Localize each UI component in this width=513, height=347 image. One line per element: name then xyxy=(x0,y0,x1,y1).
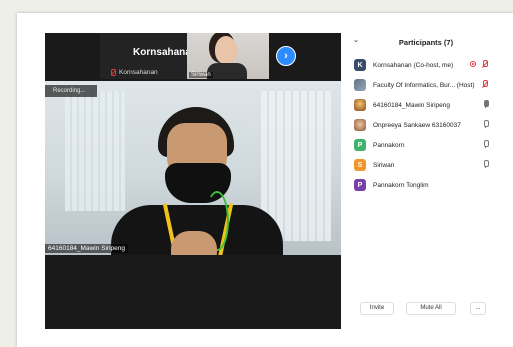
speaker-name-label: 64160184_Mawin Siripeng xyxy=(45,244,128,253)
avatar: S xyxy=(354,159,366,171)
thumbnail-small-name: Kornsahanan xyxy=(110,69,158,76)
participant-row[interactable]: P Pannakorn xyxy=(346,135,496,155)
mic-muted-icon xyxy=(110,69,116,76)
mic-icon[interactable] xyxy=(483,140,489,148)
background-blind xyxy=(65,91,125,211)
participant-row[interactable]: P Pannakorn Tonglim xyxy=(346,175,496,195)
avatar xyxy=(354,99,366,111)
participant-name: Onpreeya Sankaew 63160037 xyxy=(373,121,461,129)
mute-all-button[interactable]: Mute All xyxy=(406,301,456,315)
participant-status xyxy=(470,60,488,68)
participant-status xyxy=(481,80,488,88)
thumbnail-camera-label: Siriwan xyxy=(189,72,213,78)
more-options-button[interactable]: ... xyxy=(470,301,486,315)
thumbnail-tile-camera[interactable]: Siriwan xyxy=(187,33,269,79)
video-on-icon xyxy=(470,61,476,67)
recording-indicator[interactable]: Recording... xyxy=(45,85,97,97)
avatar: P xyxy=(354,139,366,151)
participants-title: Participants (7) xyxy=(398,37,454,47)
thumbnail-person-body xyxy=(207,63,247,79)
participant-row[interactable]: Onpreeya Sankaew 63160037 xyxy=(346,115,496,135)
participant-name: Faculty Of Informatics, Bur... (Host) xyxy=(373,81,475,89)
thumbnail-small-name-text: Kornsahanan xyxy=(119,69,158,76)
thumbnail-person-head xyxy=(215,36,237,64)
speaker-hand xyxy=(171,231,217,255)
participant-status xyxy=(483,120,489,128)
participant-status xyxy=(483,160,489,168)
participant-row[interactable]: Faculty Of Informatics, Bur... (Host) xyxy=(346,75,496,95)
mic-muted-icon[interactable] xyxy=(481,80,488,88)
participant-row[interactable]: S Siriwan xyxy=(346,155,496,175)
invite-button[interactable]: Invite xyxy=(360,301,394,315)
participant-status xyxy=(483,140,489,148)
participant-name: Kornsahanan (Co-host, me) xyxy=(373,61,454,69)
main-speaker-video xyxy=(45,81,341,255)
avatar: P xyxy=(354,179,366,191)
participant-row[interactable]: K Kornsahanan (Co-host, me) xyxy=(346,55,496,75)
mic-muted-icon[interactable] xyxy=(481,60,488,68)
participants-list: K Kornsahanan (Co-host, me) Faculty Of I… xyxy=(346,55,496,195)
participants-footer: Invite Mute All ... xyxy=(346,301,496,315)
avatar xyxy=(354,119,366,131)
avatar: K xyxy=(354,59,366,71)
chevron-right-icon[interactable]: › xyxy=(276,46,296,66)
participant-name: 64160184_Mawin Siripeng xyxy=(373,101,450,109)
thumbnail-strip: Kornsahanan Kornsahanan Siriwan › xyxy=(45,33,341,79)
participant-status xyxy=(483,100,489,108)
participant-name: Pannakorn xyxy=(373,141,405,149)
participants-header: ⌄ Participants (7) xyxy=(346,33,496,51)
participant-name: Siriwan xyxy=(373,161,395,169)
participant-name: Pannakorn Tonglim xyxy=(373,181,429,189)
mic-speaking-icon[interactable] xyxy=(483,100,489,108)
participant-row[interactable]: 64160184_Mawin Siripeng xyxy=(346,95,496,115)
avatar xyxy=(354,79,366,91)
mic-icon[interactable] xyxy=(483,160,489,168)
participants-panel: ⌄ Participants (7) K Kornsahanan (Co-hos… xyxy=(346,33,496,329)
mic-icon[interactable] xyxy=(483,120,489,128)
